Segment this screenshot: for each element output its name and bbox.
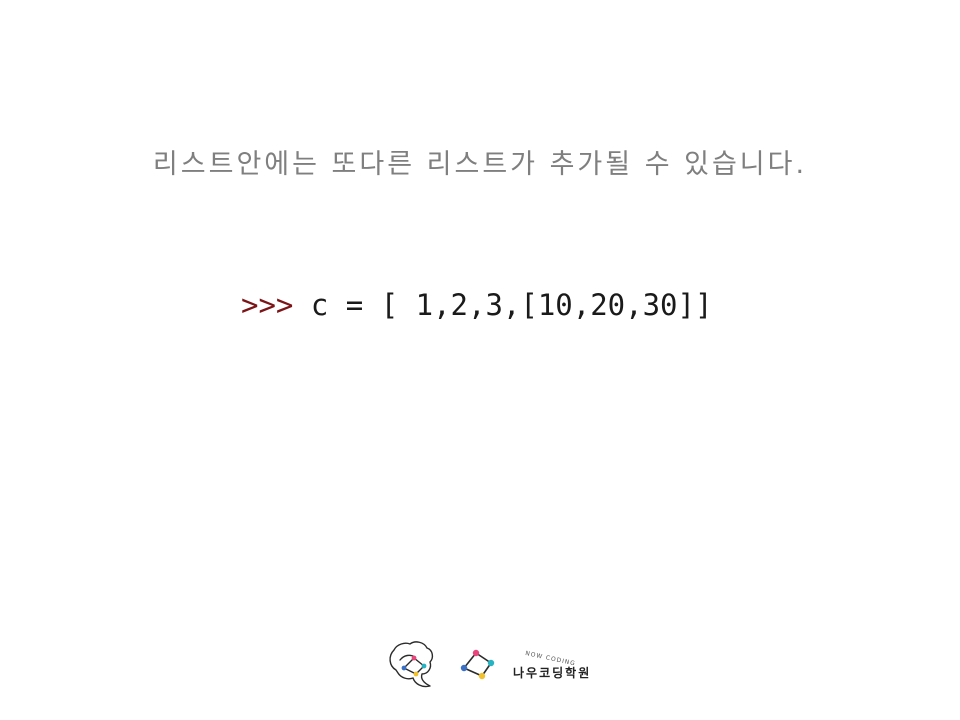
python-prompt: >>> [241, 288, 294, 322]
code-statement: c = [ 1,2,3,[10,20,30]] [293, 288, 713, 322]
brain-icon [389, 641, 434, 688]
logo-brand-name: 나우코딩학원 [513, 666, 592, 680]
slide: 리스트안에는 또다른 리스트가 추가될 수 있습니다. >>> c = [ 1,… [0, 0, 960, 720]
code-line: >>> c = [ 1,2,3,[10,20,30]] [241, 288, 712, 322]
academy-logo: NOW CODING 나우코딩학원 [386, 636, 606, 692]
slide-heading: 리스트안에는 또다른 리스트가 추가될 수 있습니다. [152, 149, 808, 180]
network-icon [460, 649, 495, 680]
